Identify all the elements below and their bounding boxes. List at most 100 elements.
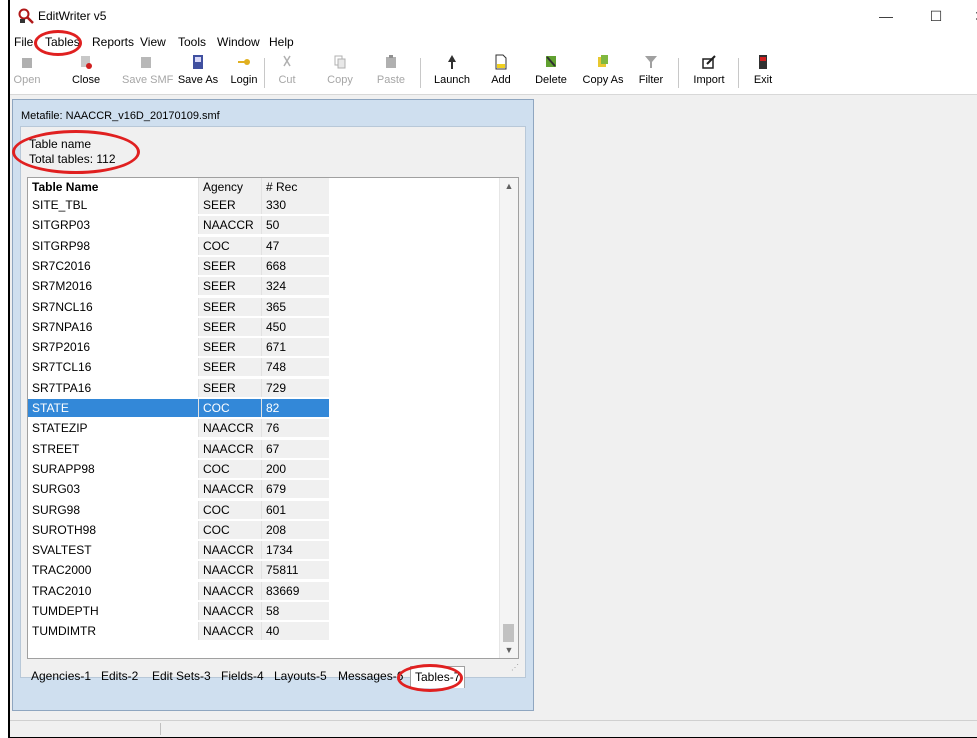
- table-row[interactable]: SR7TCL16 SEER 748: [28, 358, 498, 377]
- minimize-button[interactable]: —: [866, 4, 906, 28]
- paste-button[interactable]: Paste: [374, 54, 408, 92]
- table-row[interactable]: SURG03 NAACCR 679: [28, 480, 498, 499]
- menu-tools[interactable]: Tools: [178, 35, 206, 49]
- cell-rec-count: 729: [261, 378, 329, 397]
- grid-header: Table Name Agency # Rec: [28, 178, 498, 196]
- filter-button[interactable]: Filter: [636, 54, 666, 92]
- status-bar: [10, 720, 977, 737]
- cell-rec-count: 330: [261, 196, 329, 214]
- table-row[interactable]: STATEZIP NAACCR 76: [28, 419, 498, 438]
- scroll-down-icon[interactable]: ▼: [500, 642, 518, 658]
- menu-reports[interactable]: Reports: [92, 35, 134, 49]
- add-button[interactable]: Add: [488, 54, 514, 92]
- table-row[interactable]: SURG98 COC 601: [28, 500, 498, 519]
- metafile-title: Metafile: NAACCR_v16D_20170109.smf: [21, 110, 220, 122]
- header-table-name[interactable]: Table Name: [28, 178, 198, 196]
- maximize-button[interactable]: ☐: [916, 4, 956, 28]
- table-row[interactable]: SVALTEST NAACCR 1734: [28, 541, 498, 560]
- table-row[interactable]: SUROTH98 COC 208: [28, 520, 498, 539]
- resize-grip-icon[interactable]: ⋰: [511, 663, 521, 673]
- menu-file[interactable]: File: [14, 35, 33, 49]
- save-as-icon: [193, 55, 203, 69]
- cell-table-name: SR7TPA16: [32, 380, 92, 395]
- tab-layouts[interactable]: Layouts-5: [270, 666, 331, 688]
- table-row[interactable]: TUMDEPTH NAACCR 58: [28, 602, 498, 620]
- close-window-button[interactable]: ✕: [960, 4, 977, 28]
- table-row[interactable]: TRAC2010 NAACCR 83669: [28, 581, 498, 600]
- open-icon: [22, 58, 32, 68]
- cell-agency: NAACCR: [198, 216, 261, 235]
- cell-rec-count: 671: [261, 338, 329, 357]
- cell-table-name: TRAC2010: [32, 583, 92, 598]
- scroll-up-icon[interactable]: ▲: [500, 178, 518, 194]
- tables-grid[interactable]: Table Name Agency # Rec SITE_TBL SEER 330 S…: [27, 177, 519, 659]
- cell-table-name: SR7TCL16: [32, 360, 92, 375]
- scroll-thumb[interactable]: [503, 624, 514, 642]
- launch-button[interactable]: Launch: [430, 54, 474, 92]
- cell-rec-count: 200: [261, 459, 329, 478]
- table-row[interactable]: SR7C2016 SEER 668: [28, 256, 498, 275]
- table-row[interactable]: SITGRP03 NAACCR 50: [28, 216, 498, 235]
- cell-rec-count: 75811: [261, 561, 329, 580]
- header-rec-count[interactable]: # Rec: [261, 178, 329, 196]
- status-divider: [160, 723, 161, 735]
- tab-fields[interactable]: Fields-4: [217, 666, 268, 688]
- cut-button[interactable]: Cut: [272, 54, 302, 92]
- header-agency[interactable]: Agency: [198, 178, 261, 196]
- menu-window[interactable]: Window: [217, 35, 260, 49]
- cell-table-name: STATE: [28, 399, 198, 417]
- cell-rec-count: 50: [261, 216, 329, 235]
- cell-rec-count: 748: [261, 358, 329, 377]
- add-icon: [495, 54, 507, 70]
- save-smf-icon: [141, 57, 151, 68]
- cell-table-name: SITGRP03: [32, 218, 91, 233]
- table-row[interactable]: STATE COC 82: [28, 399, 498, 417]
- table-row[interactable]: SR7P2016 SEER 671: [28, 338, 498, 357]
- copy-as-button[interactable]: Copy As: [580, 54, 626, 92]
- cell-table-name: SURG03: [32, 482, 81, 497]
- import-button[interactable]: Import: [688, 54, 730, 92]
- cell-agency: NAACCR: [198, 541, 261, 560]
- menu-view[interactable]: View: [140, 35, 166, 49]
- tab-edits[interactable]: Edits-2: [97, 666, 142, 688]
- cell-rec-count: 668: [261, 256, 329, 275]
- cell-rec-count: 601: [261, 500, 329, 519]
- cell-table-name: SITE_TBL: [32, 198, 88, 212]
- table-row[interactable]: SURAPP98 COC 200: [28, 459, 498, 478]
- delete-icon: [546, 56, 556, 67]
- table-row[interactable]: TRAC2000 NAACCR 75811: [28, 561, 498, 580]
- save-smf-button[interactable]: Save SMF: [122, 54, 173, 92]
- delete-button[interactable]: Delete: [532, 54, 570, 92]
- table-row[interactable]: SR7TPA16 SEER 729: [28, 378, 498, 397]
- table-row[interactable]: SITE_TBL SEER 330: [28, 196, 498, 214]
- table-row[interactable]: TUMDIMTR NAACCR 40: [28, 622, 498, 641]
- table-row[interactable]: SR7NCL16 SEER 365: [28, 297, 498, 316]
- toolbar-separator: [738, 58, 739, 88]
- toolbar: Open Close Save SMF Save As Login Cut Co…: [10, 52, 977, 95]
- cell-table-name: SVALTEST: [32, 543, 92, 558]
- login-key-icon: [238, 59, 250, 65]
- copy-button[interactable]: Copy: [324, 54, 356, 92]
- cell-agency: COC: [198, 459, 261, 478]
- cell-agency: SEER: [198, 358, 261, 377]
- grid-vertical-scrollbar[interactable]: ▲ ▼: [499, 178, 518, 658]
- annotation-circle-total: [12, 130, 140, 174]
- toolbar-separator: [264, 58, 265, 88]
- login-button[interactable]: Login: [228, 54, 260, 92]
- open-button[interactable]: Open: [12, 54, 42, 92]
- import-icon: [702, 55, 716, 69]
- table-row[interactable]: SR7M2016 SEER 324: [28, 277, 498, 296]
- close-button[interactable]: Close: [66, 54, 106, 92]
- tab-agencies[interactable]: Agencies-1: [27, 666, 95, 688]
- menu-help[interactable]: Help: [269, 35, 294, 49]
- save-as-button[interactable]: Save As: [176, 54, 220, 92]
- tab-edit-sets[interactable]: Edit Sets-3: [148, 666, 215, 688]
- exit-button[interactable]: Exit: [750, 54, 776, 92]
- cell-table-name: SUROTH98: [32, 522, 97, 537]
- table-row[interactable]: STREET NAACCR 67: [28, 439, 498, 458]
- cell-table-name: SR7M2016: [32, 279, 93, 294]
- table-row[interactable]: SITGRP98 COC 47: [28, 236, 498, 255]
- table-row[interactable]: SR7NPA16 SEER 450: [28, 317, 498, 336]
- window-title: EditWriter v5: [38, 9, 107, 23]
- exit-icon: [759, 55, 767, 69]
